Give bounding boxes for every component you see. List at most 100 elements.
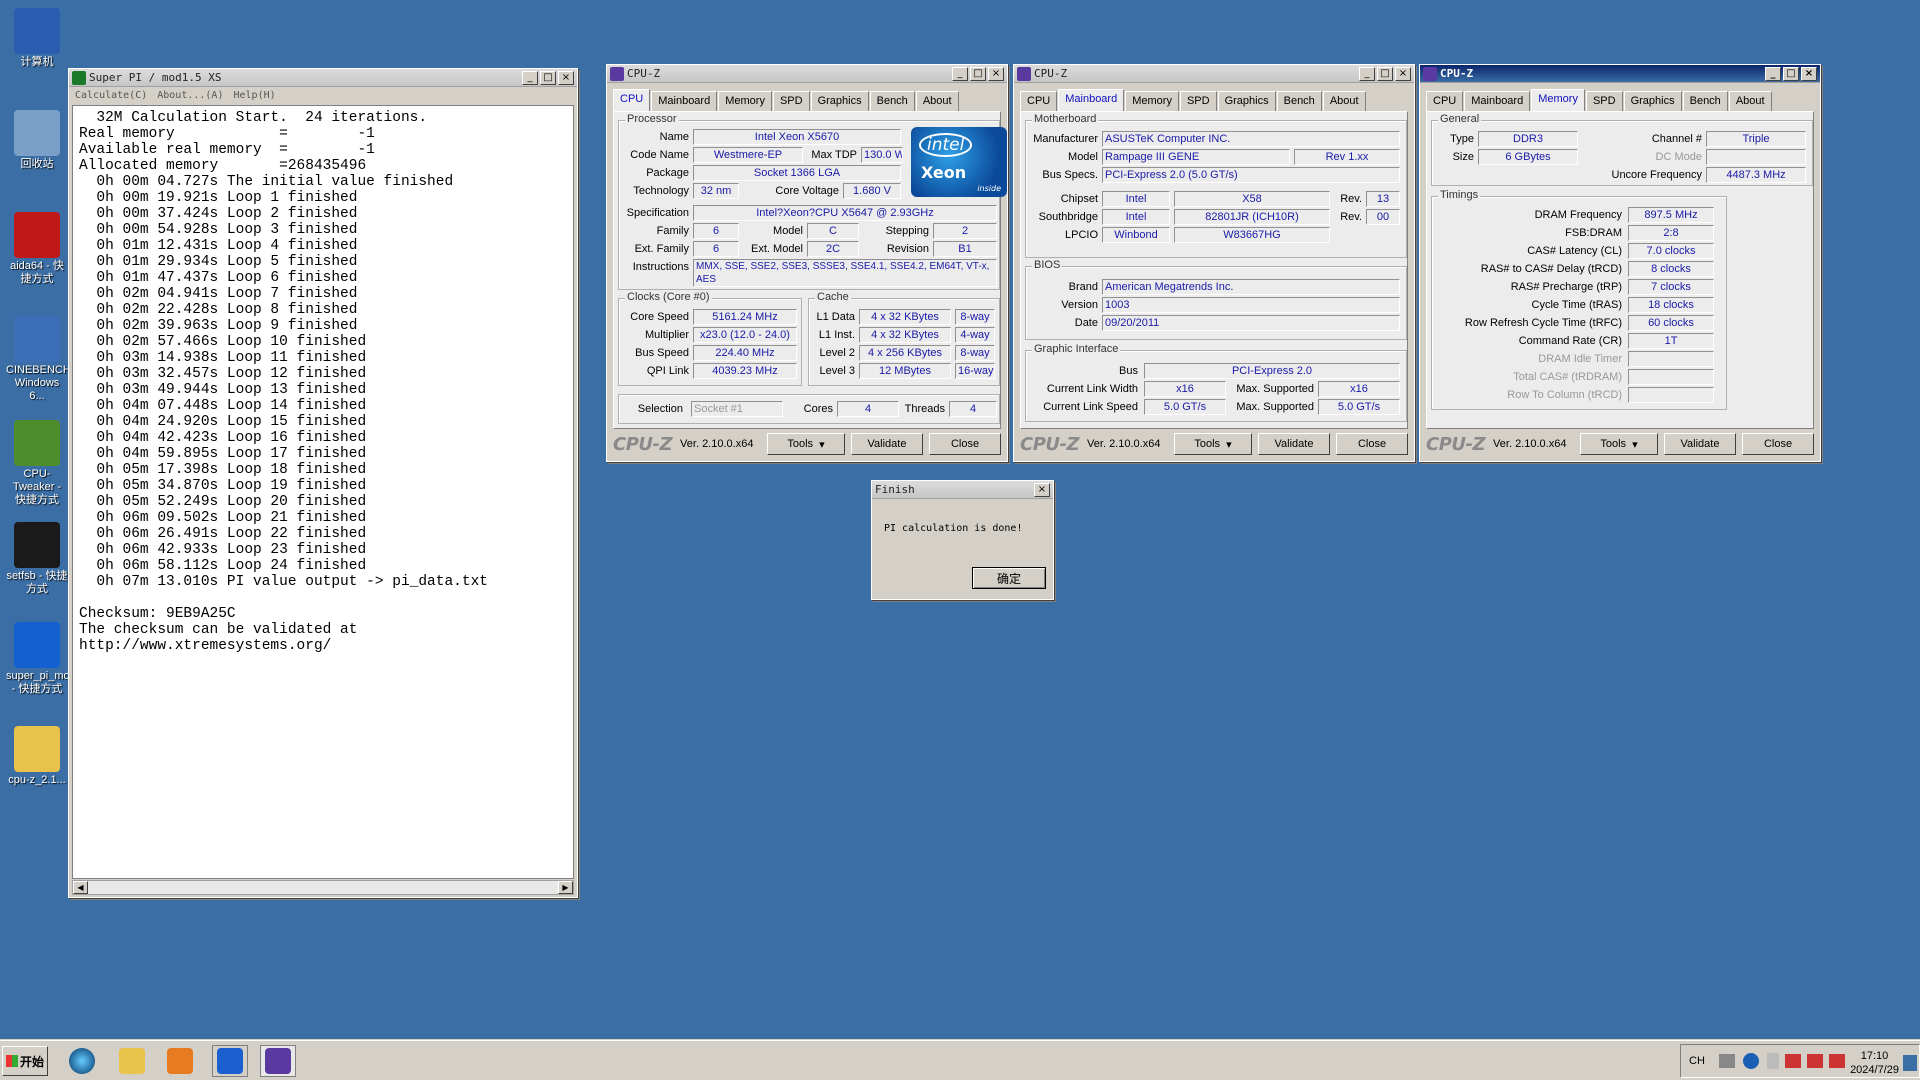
- clock[interactable]: 17:10 2024/7/29: [1850, 1049, 1899, 1077]
- tools-button[interactable]: Tools ▾: [1580, 433, 1658, 455]
- tab-cpu[interactable]: CPU: [1020, 91, 1058, 111]
- mb-model-value: Rampage III GENE: [1102, 149, 1290, 165]
- tab-mainboard[interactable]: Mainboard: [1464, 91, 1531, 111]
- keyboard-icon[interactable]: [1718, 1054, 1735, 1068]
- close-button[interactable]: ×: [1395, 66, 1411, 81]
- close-button[interactable]: ×: [1034, 482, 1050, 497]
- menu-about[interactable]: About...(A): [157, 90, 223, 101]
- desktop-shortcut[interactable]: CPU-Tweaker - 快捷方式: [6, 420, 68, 507]
- tab-about[interactable]: About: [1322, 91, 1366, 111]
- tab-spd[interactable]: SPD: [1585, 91, 1623, 111]
- cpuz-title: CPU-Z: [1034, 67, 1068, 80]
- l1inst-label: L1 Inst.: [818, 329, 855, 341]
- cpuz-titlebar[interactable]: CPU-Z _ □ ×: [1420, 65, 1820, 83]
- network-icon[interactable]: [1784, 1054, 1801, 1068]
- validate-button[interactable]: Validate: [1258, 433, 1330, 455]
- minimize-button[interactable]: _: [522, 70, 538, 85]
- tab-memory[interactable]: Memory: [718, 91, 772, 111]
- tab-graphics[interactable]: Graphics: [810, 91, 869, 111]
- multiplier-label: Multiplier: [644, 329, 689, 341]
- desktop-shortcut[interactable]: super_pi_mod - 快捷方式: [6, 622, 76, 696]
- help-icon[interactable]: [1742, 1053, 1759, 1069]
- superpi-taskbar-button[interactable]: [212, 1045, 248, 1077]
- close-app-button[interactable]: Close: [1742, 433, 1814, 455]
- scroll-right-icon[interactable]: ▶: [558, 881, 573, 894]
- desktop-shortcut[interactable]: setfsb - 快捷方式: [6, 522, 68, 596]
- show-desktop-icon[interactable]: [1903, 1055, 1917, 1071]
- mem-type-value: DDR3: [1478, 131, 1578, 147]
- validate-button[interactable]: Validate: [851, 433, 923, 455]
- volume-icon[interactable]: [1828, 1054, 1845, 1068]
- validate-button[interactable]: Validate: [1664, 433, 1736, 455]
- desktop-shortcut[interactable]: CINEBENCH Windows 6...: [6, 316, 71, 403]
- general-title: General: [1438, 113, 1482, 125]
- desktop-shortcut-label: CPU-Tweaker - 快捷方式: [12, 468, 62, 506]
- tab-graphics[interactable]: Graphics: [1623, 91, 1682, 111]
- scroll-left-icon[interactable]: ◀: [73, 881, 88, 894]
- finish-title: Finish: [875, 483, 915, 496]
- start-button[interactable]: 开始: [2, 1046, 48, 1076]
- tab-graphics[interactable]: Graphics: [1217, 91, 1276, 111]
- timing-value: [1628, 387, 1714, 403]
- superpi-titlebar[interactable]: Super PI / mod1.5 XS _ □ ×: [69, 69, 577, 87]
- close-button[interactable]: ×: [988, 66, 1004, 81]
- minimize-button[interactable]: _: [1765, 66, 1781, 81]
- tab-mainboard[interactable]: Mainboard: [1058, 89, 1125, 111]
- language-indicator[interactable]: CH: [1689, 1055, 1705, 1067]
- chipset-value: X58: [1174, 191, 1330, 207]
- cpuz-titlebar[interactable]: CPU-Z _ □ ×: [1014, 65, 1414, 83]
- clocks-group: Clocks (Core #0) Core Speed 5161.24 MHz …: [618, 291, 802, 386]
- output-line: 0h 02m 39.963s Loop 9 finished: [79, 318, 358, 334]
- technology-label: Technology: [633, 185, 689, 197]
- tab-memory[interactable]: Memory: [1531, 89, 1585, 111]
- finish-titlebar[interactable]: Finish ×: [872, 481, 1053, 499]
- tools-button[interactable]: Tools ▾: [1174, 433, 1252, 455]
- output-line: 32M Calculation Start. 24 iterations.: [79, 110, 428, 126]
- cpuz-window-cpu: CPU-Z _ □ × CPU Mainboard Memory SPD Gra…: [606, 64, 1008, 462]
- desktop-shortcut[interactable]: aida64 - 快捷方式: [6, 212, 68, 286]
- minimize-button[interactable]: _: [952, 66, 968, 81]
- close-button[interactable]: ×: [558, 70, 574, 85]
- minimize-button[interactable]: _: [1359, 66, 1375, 81]
- tab-spd[interactable]: SPD: [772, 91, 810, 111]
- motherboard-title: Motherboard: [1032, 113, 1099, 125]
- maximize-button[interactable]: □: [970, 66, 986, 81]
- tools-button[interactable]: Tools ▾: [767, 433, 845, 455]
- maximize-button[interactable]: □: [540, 70, 556, 85]
- desktop-shortcut[interactable]: cpu-z_2.1...: [6, 726, 68, 787]
- tab-spd[interactable]: SPD: [1179, 91, 1217, 111]
- tab-about[interactable]: About: [1728, 91, 1772, 111]
- action-center-icon[interactable]: [1806, 1054, 1823, 1068]
- horizontal-scrollbar[interactable]: ◀ ▶: [72, 880, 574, 895]
- desktop-shortcut[interactable]: 回收站: [6, 110, 68, 171]
- tab-bench[interactable]: Bench: [869, 91, 915, 111]
- cpuz-titlebar[interactable]: CPU-Z _ □ ×: [607, 65, 1007, 83]
- media-player-taskbar-button[interactable]: [162, 1045, 198, 1077]
- menu-help[interactable]: Help(H): [233, 90, 275, 101]
- close-app-button[interactable]: Close: [929, 433, 1001, 455]
- tab-bench[interactable]: Bench: [1682, 91, 1728, 111]
- timing-value: 1T: [1628, 333, 1714, 349]
- desktop-shortcut[interactable]: 计算机: [6, 8, 68, 69]
- linkspeed-label: Current Link Speed: [1043, 401, 1138, 413]
- tab-bench[interactable]: Bench: [1276, 91, 1322, 111]
- tab-memory[interactable]: Memory: [1125, 91, 1179, 111]
- tab-about[interactable]: About: [915, 91, 959, 111]
- close-button[interactable]: ×: [1801, 66, 1817, 81]
- cores-value: 4: [837, 401, 899, 417]
- ie-taskbar-button[interactable]: [64, 1045, 100, 1077]
- ok-button[interactable]: 确定: [972, 567, 1046, 589]
- show-hidden-icon[interactable]: [1766, 1053, 1779, 1069]
- maximize-button[interactable]: □: [1377, 66, 1393, 81]
- close-app-button[interactable]: Close: [1336, 433, 1408, 455]
- cpuz-taskbar-button[interactable]: [260, 1045, 296, 1077]
- logo-intel-text: intel: [919, 133, 973, 157]
- maximize-button[interactable]: □: [1783, 66, 1799, 81]
- tab-mainboard[interactable]: Mainboard: [651, 91, 718, 111]
- explorer-taskbar-button[interactable]: [114, 1045, 150, 1077]
- tab-cpu[interactable]: CPU: [613, 89, 651, 111]
- spec-label: Specification: [626, 207, 689, 219]
- socket-select[interactable]: Socket #1: [691, 401, 783, 417]
- tab-cpu[interactable]: CPU: [1426, 91, 1464, 111]
- menu-calculate[interactable]: Calculate(C): [75, 90, 147, 101]
